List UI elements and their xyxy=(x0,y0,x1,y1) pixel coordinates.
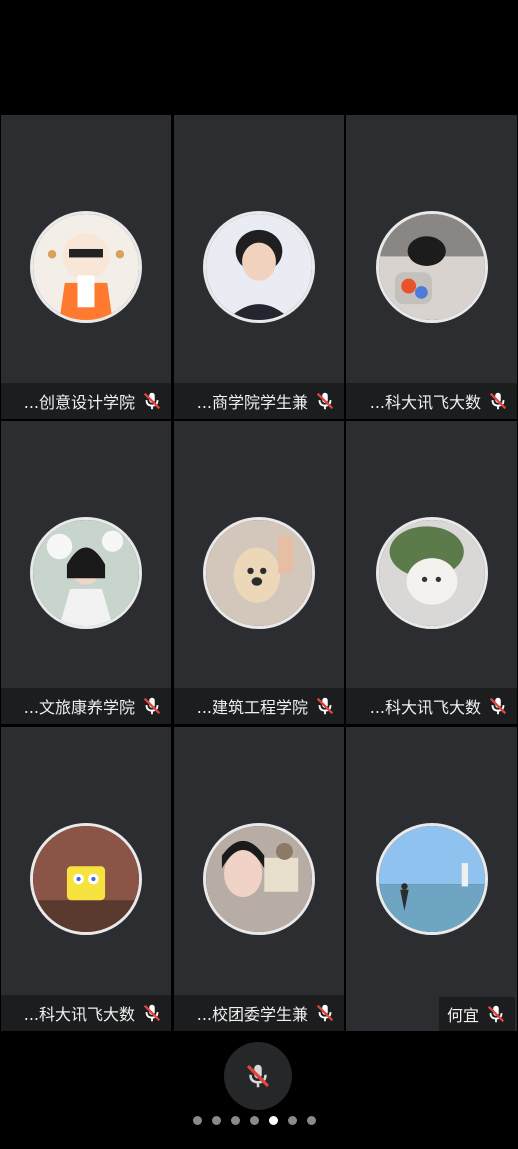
name-bar: ...科大讯飞大数 xyxy=(346,688,517,724)
name-bar: ...校团委学生兼 xyxy=(174,995,344,1031)
participant-name: 何宜 xyxy=(438,997,515,1031)
person-snacks-avatar xyxy=(378,214,485,320)
participant-tile[interactable]: ...创意设计学院 xyxy=(1,115,171,419)
participant-tile[interactable]: ...商学院学生兼 xyxy=(174,115,344,419)
avatar xyxy=(375,211,488,323)
dog-avatar xyxy=(206,520,312,626)
microphone-toggle-button[interactable] xyxy=(224,1042,292,1110)
name-bar: ...建筑工程学院 xyxy=(174,688,344,724)
participant-tile[interactable]: 何宜 xyxy=(346,727,517,1031)
avatar xyxy=(30,211,142,323)
avatar xyxy=(30,823,142,935)
participant-tile[interactable]: ...科大讯飞大数 xyxy=(346,115,517,419)
page-dot[interactable] xyxy=(288,1116,297,1125)
muted-mic-icon xyxy=(141,695,163,717)
cat-avatar xyxy=(378,520,485,626)
participant-name: ...校团委学生兼 xyxy=(197,995,336,1031)
participant-name: ...创意设计学院 xyxy=(24,383,163,419)
selfie-avatar xyxy=(206,826,312,932)
participant-name: ...文旅康养学院 xyxy=(24,688,163,724)
muted-mic-icon xyxy=(314,1002,336,1024)
participant-tile[interactable]: ...校团委学生兼 xyxy=(174,727,344,1031)
video-grid: ...创意设计学院 ...商学院学生兼 ...科大讯飞大数 ...文旅康养学院 … xyxy=(0,114,518,1032)
boy-portrait-avatar xyxy=(206,214,312,320)
name-bar: ...科大讯飞大数 xyxy=(346,383,517,419)
anime-girl-avatar xyxy=(33,214,139,320)
name-bar: ...文旅康养学院 xyxy=(1,688,171,724)
avatar xyxy=(203,823,315,935)
name-bar: ...商学院学生兼 xyxy=(174,383,344,419)
page-dot[interactable] xyxy=(212,1116,221,1125)
page-dot-active[interactable] xyxy=(269,1116,278,1125)
muted-mic-icon xyxy=(314,390,336,412)
muted-mic-icon xyxy=(487,390,509,412)
muted-mic-icon xyxy=(141,1002,163,1024)
avatar xyxy=(203,517,315,629)
avatar xyxy=(30,517,142,629)
participant-name: ...建筑工程学院 xyxy=(197,688,336,724)
participant-tile[interactable]: ...文旅康养学院 xyxy=(1,421,171,724)
name-bar: ...创意设计学院 xyxy=(1,383,171,419)
muted-mic-icon xyxy=(487,695,509,717)
participant-name: ...科大讯飞大数 xyxy=(24,995,163,1031)
participant-name: ...商学院学生兼 xyxy=(197,383,336,419)
muted-mic-icon xyxy=(246,1064,270,1088)
avatar xyxy=(375,823,488,935)
girl-flowers-avatar xyxy=(33,520,139,626)
page-dot[interactable] xyxy=(307,1116,316,1125)
page-indicator xyxy=(193,1116,316,1128)
beach-avatar xyxy=(378,826,485,932)
muted-mic-icon xyxy=(141,390,163,412)
page-dot[interactable] xyxy=(193,1116,202,1125)
spongebob-avatar xyxy=(33,826,139,932)
participant-name: ...科大讯飞大数 xyxy=(370,688,509,724)
participant-tile[interactable]: ...建筑工程学院 xyxy=(174,421,344,724)
page-dot[interactable] xyxy=(231,1116,240,1125)
avatar xyxy=(375,517,488,629)
participant-tile[interactable]: ...科大讯飞大数 xyxy=(346,421,517,724)
participant-tile[interactable]: ...科大讯飞大数 xyxy=(1,727,171,1031)
participant-name: ...科大讯飞大数 xyxy=(370,383,509,419)
muted-mic-icon xyxy=(314,695,336,717)
name-bar: ...科大讯飞大数 xyxy=(1,995,171,1031)
avatar xyxy=(203,211,315,323)
page-dot[interactable] xyxy=(250,1116,259,1125)
muted-mic-icon xyxy=(485,1003,507,1025)
